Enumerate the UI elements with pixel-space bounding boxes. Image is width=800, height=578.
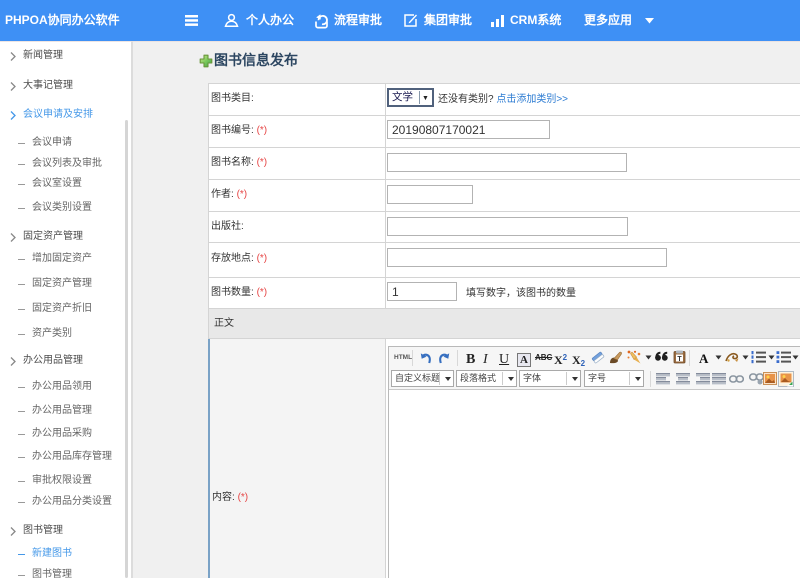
svg-text:T: T: [677, 356, 682, 363]
